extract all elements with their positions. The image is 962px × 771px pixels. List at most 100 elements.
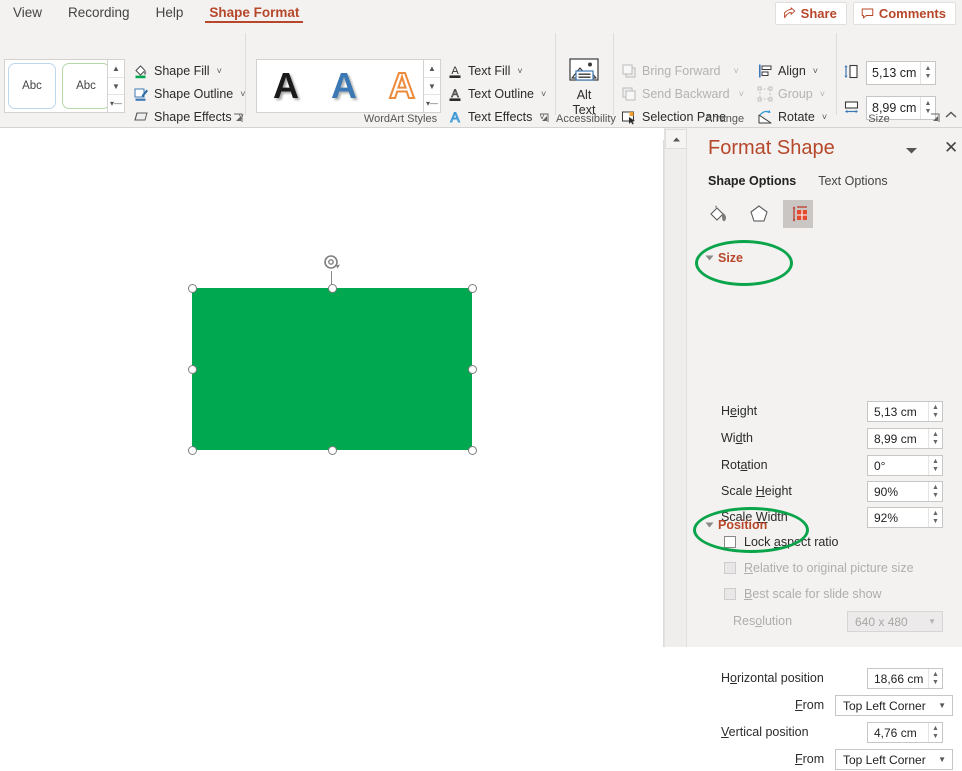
alt-text-button[interactable]: Alt Text <box>559 57 609 118</box>
horizontal-from-select[interactable]: Top Left Corner ▼ <box>835 695 953 716</box>
vertical-position-input[interactable]: 4,76 cm ▲▼ <box>867 722 943 743</box>
shape-styles-dialog-launcher[interactable] <box>233 113 244 124</box>
group-button[interactable]: Group ˅ <box>754 83 828 105</box>
horizontal-position-spinner[interactable]: ▲▼ <box>928 669 942 688</box>
gallery-scroll-down-icon[interactable]: ▼ <box>108 78 124 96</box>
powerpoint-window: View Recording Help Shape Format Share C… <box>0 0 962 647</box>
width-spinner[interactable]: ▲▼ <box>928 429 942 448</box>
scale-height-input[interactable]: 90% ▲▼ <box>867 481 943 502</box>
green-rectangle-shape[interactable] <box>192 288 472 450</box>
tab-recording[interactable]: Recording <box>55 0 143 24</box>
position-section-header[interactable]: Position <box>707 518 767 532</box>
effects-icon[interactable] <box>744 200 774 228</box>
chevron-down-icon[interactable]: ˅ <box>739 89 744 99</box>
wordart-thumb-plain[interactable]: A <box>257 59 315 113</box>
text-fill-button[interactable]: A Text Fill ˅ <box>444 60 526 82</box>
chevron-down-icon[interactable]: ˅ <box>217 66 222 76</box>
horizontal-position-input[interactable]: 18,66 cm ▲▼ <box>867 668 943 689</box>
lock-aspect-ratio-checkbox[interactable]: Lock aspect ratio <box>724 535 839 549</box>
relative-to-original-picture-size-checkbox[interactable]: Relative to original picture size <box>724 561 914 575</box>
size-section-header[interactable]: Size <box>707 251 743 265</box>
chevron-down-icon[interactable]: ˅ <box>820 89 825 99</box>
resize-handle-middle-left[interactable] <box>188 365 197 374</box>
shape-styles-gallery[interactable]: Abc Abc <box>4 59 124 113</box>
panel-width-value: 8,99 cm <box>868 432 917 446</box>
resize-handle-top-center[interactable] <box>328 284 337 293</box>
chevron-down-icon[interactable]: ˅ <box>517 66 522 76</box>
fill-and-line-icon[interactable] <box>705 200 735 228</box>
tab-help[interactable]: Help <box>143 0 197 24</box>
gallery-expand-icon[interactable]: ▾― <box>108 95 124 112</box>
best-scale-for-slide-show-label: Best scale for slide show <box>744 587 882 601</box>
tab-shape-format[interactable]: Shape Format <box>196 0 312 24</box>
slide-canvas[interactable] <box>0 140 664 647</box>
gallery-scroll-down-icon[interactable]: ▼ <box>424 78 440 96</box>
vertical-from-select[interactable]: Top Left Corner ▼ <box>835 749 953 770</box>
slide-vertical-scrollbar[interactable] <box>664 128 687 647</box>
wordart-styles-gallery[interactable]: A A A <box>256 59 440 113</box>
resolution-row: Resolution 640 x 480 ▼ <box>687 611 962 633</box>
chevron-down-icon[interactable]: ▼ <box>921 617 936 626</box>
checkbox-box[interactable] <box>724 536 736 548</box>
tab-view[interactable]: View <box>0 0 55 24</box>
resolution-select[interactable]: 640 x 480 ▼ <box>847 611 943 632</box>
checkbox-box[interactable] <box>724 588 736 600</box>
rotation-spinner[interactable]: ▲▼ <box>928 456 942 475</box>
resize-handle-bottom-right[interactable] <box>468 446 477 455</box>
share-button[interactable]: Share <box>775 2 847 25</box>
shape-style-thumb[interactable]: Abc <box>62 63 110 109</box>
shape-effects-label: Shape Effects <box>154 110 232 124</box>
size-dialog-launcher[interactable] <box>930 113 941 124</box>
align-button[interactable]: Align ˅ <box>754 60 821 82</box>
send-backward-button[interactable]: Send Backward ˅ <box>618 83 747 105</box>
panel-height-input[interactable]: 5,13 cm ▲▼ <box>867 401 943 422</box>
best-scale-for-slide-show-checkbox[interactable]: Best scale for slide show <box>724 587 882 601</box>
panel-dropdown-icon[interactable] <box>905 144 918 158</box>
chevron-down-icon[interactable]: ˅ <box>734 66 739 76</box>
horizontal-position-row: Horizontal position 18,66 cm ▲▼ <box>687 668 962 690</box>
shape-outline-button[interactable]: Shape Outline ˅ <box>130 83 249 105</box>
ribbon-collapse-button[interactable] <box>944 109 958 123</box>
scroll-up-button[interactable] <box>665 129 687 149</box>
close-icon[interactable]: ✕ <box>944 141 958 155</box>
chevron-down-icon[interactable]: ˅ <box>813 66 818 76</box>
height-spinner[interactable]: ▲▼ <box>928 402 942 421</box>
chevron-down-icon[interactable]: ˅ <box>541 89 546 99</box>
resize-handle-middle-right[interactable] <box>468 365 477 374</box>
comments-button[interactable]: Comments <box>853 2 956 25</box>
resize-handle-top-right[interactable] <box>468 284 477 293</box>
shape-height-field[interactable]: 5,13 cm ▲▼ <box>843 61 936 85</box>
height-spinner[interactable]: ▲▼ <box>920 62 935 84</box>
chevron-down-icon[interactable]: ▼ <box>931 755 946 764</box>
width-label: Width <box>721 431 753 445</box>
bring-forward-button[interactable]: Bring Forward ˅ <box>618 60 742 82</box>
vertical-position-spinner[interactable]: ▲▼ <box>928 723 942 742</box>
size-and-properties-icon[interactable] <box>783 200 813 228</box>
shape-styles-scroll-buttons[interactable]: ▲ ▼ ▾― <box>107 59 125 113</box>
height-input[interactable]: 5,13 cm ▲▼ <box>866 61 936 85</box>
shape-style-thumb[interactable]: Abc <box>8 63 56 109</box>
tab-shape-options[interactable]: Shape Options <box>708 174 796 188</box>
panel-width-input[interactable]: 8,99 cm ▲▼ <box>867 428 943 449</box>
tab-text-options[interactable]: Text Options <box>818 174 887 188</box>
shape-effects-button[interactable]: Shape Effects ˅ <box>130 106 247 128</box>
checkbox-box[interactable] <box>724 562 736 574</box>
resize-handle-bottom-left[interactable] <box>188 446 197 455</box>
resize-handle-top-left[interactable] <box>188 284 197 293</box>
gallery-expand-icon[interactable]: ▾― <box>424 95 440 112</box>
resize-handle-bottom-center[interactable] <box>328 446 337 455</box>
shape-fill-button[interactable]: Shape Fill ˅ <box>130 60 225 82</box>
gallery-scroll-up-icon[interactable]: ▲ <box>424 60 440 78</box>
height-icon <box>843 63 860 83</box>
scale-width-spinner[interactable]: ▲▼ <box>928 508 942 527</box>
wordart-dialog-launcher[interactable] <box>539 113 550 124</box>
rotation-input[interactable]: 0° ▲▼ <box>867 455 943 476</box>
scale-height-spinner[interactable]: ▲▼ <box>928 482 942 501</box>
scale-width-input[interactable]: 92% ▲▼ <box>867 507 943 528</box>
wordart-thumb-blue[interactable]: A <box>315 59 373 113</box>
chevron-down-icon[interactable]: ▼ <box>931 701 946 710</box>
rotate-handle-icon[interactable] <box>323 254 341 272</box>
gallery-scroll-up-icon[interactable]: ▲ <box>108 60 124 78</box>
wordart-scroll-buttons[interactable]: ▲ ▼ ▾― <box>423 59 441 113</box>
text-outline-button[interactable]: A Text Outline ˅ <box>444 83 549 105</box>
